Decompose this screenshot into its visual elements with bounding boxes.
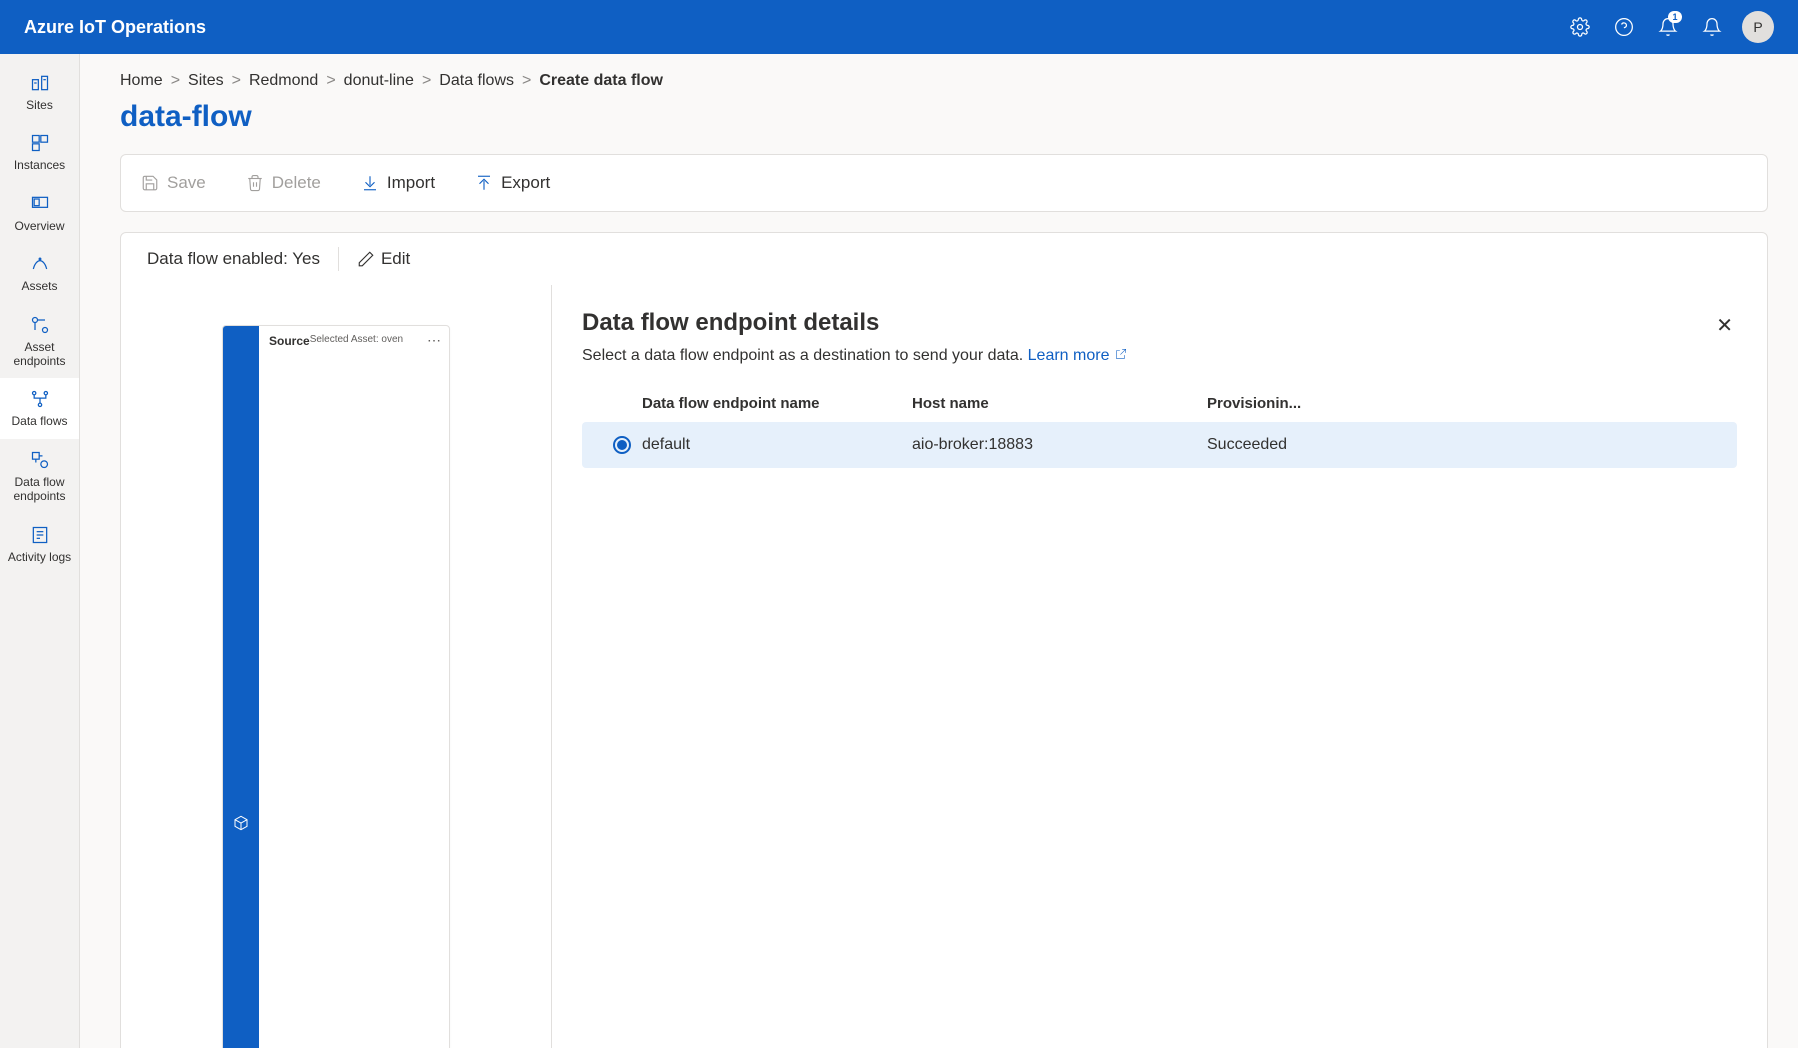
buildings-icon	[29, 72, 51, 94]
export-button[interactable]: Export	[475, 173, 550, 193]
endpoint-row[interactable]: default aio-broker:18883 Succeeded	[582, 422, 1737, 468]
sidebar-item-data-flows[interactable]: Data flows	[0, 378, 79, 438]
canvas: Data flow enabled: Yes Edit Source	[120, 232, 1768, 1048]
source-subtitle: Selected Asset: oven	[310, 334, 403, 1048]
trash-icon	[246, 174, 264, 192]
breadcrumb-link[interactable]: Home	[120, 72, 163, 90]
pencil-icon	[357, 250, 375, 268]
sidebar-item-instances[interactable]: Instances	[0, 122, 79, 182]
panel-description: Select a data flow endpoint as a destina…	[582, 347, 1737, 365]
breadcrumb-link[interactable]: Data flows	[439, 72, 514, 90]
external-link-icon	[1114, 347, 1128, 364]
sidebar-item-overview[interactable]: Overview	[0, 183, 79, 243]
app-title: Azure IoT Operations	[24, 17, 206, 38]
more-icon[interactable]: ⋯	[427, 332, 441, 349]
radio-selected[interactable]	[602, 436, 642, 454]
save-icon	[141, 174, 159, 192]
data-flow-endpoints-icon	[29, 449, 51, 471]
overview-icon	[29, 193, 51, 215]
details-panel: Data flow endpoint details ✕ Select a da…	[551, 285, 1767, 1048]
sidebar-item-assets[interactable]: Assets	[0, 243, 79, 303]
source-title: Source	[269, 334, 310, 1048]
panel-title: Data flow endpoint details	[582, 309, 879, 337]
sidebar-item-label: Asset endpoints	[4, 340, 75, 369]
data-flow-enabled-label: Data flow enabled: Yes	[147, 249, 320, 269]
breadcrumb-link[interactable]: donut-line	[344, 72, 414, 90]
app-header: Azure IoT Operations 1 P	[0, 0, 1798, 54]
breadcrumb-link[interactable]: Sites	[188, 72, 224, 90]
provisioning-cell: Succeeded	[1207, 436, 1717, 454]
sidebar-item-label: Sites	[26, 98, 53, 112]
cube-icon	[223, 326, 259, 1048]
sidebar-item-label: Activity logs	[8, 550, 71, 564]
divider	[338, 247, 339, 271]
host-name-cell: aio-broker:18883	[912, 436, 1207, 454]
flow-diagram: Source Selected Asset: oven ⋯	[121, 285, 551, 1048]
breadcrumb-current: Create data flow	[539, 72, 663, 90]
close-icon[interactable]: ✕	[1712, 309, 1737, 342]
main-content: Home> Sites> Redmond> donut-line> Data f…	[80, 54, 1798, 1048]
page-title: data-flow	[120, 100, 1768, 134]
table-header: Data flow endpoint name Host name Provis…	[582, 385, 1737, 422]
import-button[interactable]: Import	[361, 173, 435, 193]
col-endpoint-name: Data flow endpoint name	[642, 395, 912, 412]
export-icon	[475, 174, 493, 192]
assets-icon	[29, 253, 51, 275]
source-node[interactable]: Source Selected Asset: oven ⋯	[222, 325, 450, 1048]
learn-more-link[interactable]: Learn more	[1028, 347, 1128, 364]
data-flows-icon	[29, 388, 51, 410]
sidebar-item-label: Overview	[14, 219, 64, 233]
instances-icon	[29, 132, 51, 154]
delete-button: Delete	[246, 173, 321, 193]
bell-icon[interactable]	[1690, 5, 1734, 49]
sidebar-item-sites[interactable]: Sites	[0, 62, 79, 122]
toolbar: Save Delete Import Export	[120, 154, 1768, 212]
notifications-badge-icon[interactable]: 1	[1646, 5, 1690, 49]
sidebar-item-label: Assets	[21, 279, 57, 293]
sidebar-item-activity-logs[interactable]: Activity logs	[0, 514, 79, 574]
col-provisioning: Provisionin...	[1207, 395, 1717, 412]
sidebar-item-asset-endpoints[interactable]: Asset endpoints	[0, 304, 79, 379]
sidebar-item-data-flow-endpoints[interactable]: Data flow endpoints	[0, 439, 79, 514]
sidebar-item-label: Instances	[14, 158, 65, 172]
edit-button[interactable]: Edit	[357, 249, 410, 269]
canvas-bar: Data flow enabled: Yes Edit	[121, 233, 1767, 285]
sidebar: Sites Instances Overview Assets Asset en…	[0, 54, 80, 1048]
settings-icon[interactable]	[1558, 5, 1602, 49]
breadcrumb: Home> Sites> Redmond> donut-line> Data f…	[120, 72, 1768, 90]
sidebar-item-label: Data flows	[11, 414, 67, 428]
asset-endpoints-icon	[29, 314, 51, 336]
import-icon	[361, 174, 379, 192]
col-host-name: Host name	[912, 395, 1207, 412]
breadcrumb-link[interactable]: Redmond	[249, 72, 318, 90]
avatar[interactable]: P	[1742, 11, 1774, 43]
notification-badge: 1	[1668, 11, 1682, 23]
endpoint-name-cell: default	[642, 436, 912, 454]
sidebar-item-label: Data flow endpoints	[4, 475, 75, 504]
activity-logs-icon	[29, 524, 51, 546]
save-button: Save	[141, 173, 206, 193]
help-icon[interactable]	[1602, 5, 1646, 49]
